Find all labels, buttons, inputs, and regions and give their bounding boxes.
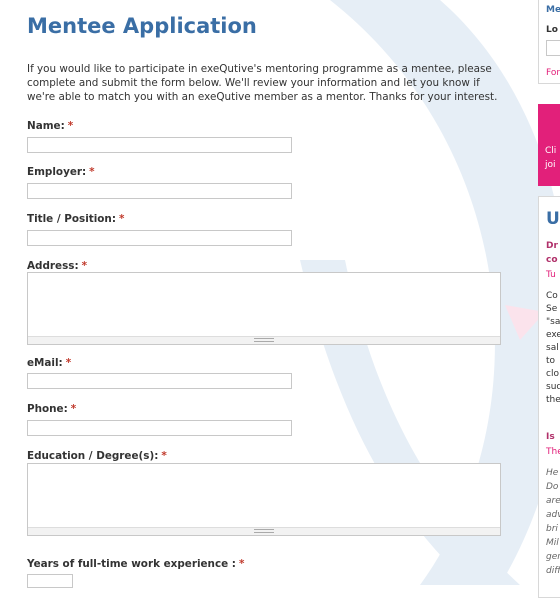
title-input[interactable] bbox=[27, 230, 292, 246]
required-asterisk: * bbox=[67, 120, 74, 132]
required-asterisk: * bbox=[161, 450, 167, 462]
post1-body-line: clo bbox=[546, 369, 559, 379]
updates-box: U Dr co Tu Co Se "sa exe sal to clo suc … bbox=[538, 196, 560, 598]
join-banner[interactable]: Cli joi bbox=[538, 104, 560, 186]
login-box: Me Lo For bbox=[538, 0, 560, 84]
post1-body-line: the bbox=[546, 395, 560, 405]
education-label: Education / Degree(s): * bbox=[27, 450, 167, 462]
address-textarea[interactable] bbox=[27, 272, 501, 345]
address-field-group: Address: * bbox=[27, 260, 87, 272]
login-title: Me bbox=[546, 5, 560, 15]
required-asterisk: * bbox=[89, 166, 95, 178]
post2-body-line: Do bbox=[546, 482, 559, 492]
required-asterisk: * bbox=[65, 357, 72, 369]
required-asterisk: * bbox=[238, 558, 245, 570]
post1-body-line: Co bbox=[546, 291, 558, 301]
name-label: Name: * bbox=[27, 120, 74, 132]
address-label: Address: * bbox=[27, 260, 88, 272]
required-asterisk: * bbox=[70, 403, 77, 415]
email-label: eMail: * bbox=[27, 357, 72, 369]
phone-label: Phone: * bbox=[27, 403, 77, 415]
post2-body-line: bri bbox=[546, 524, 558, 534]
post1-body-line: exe bbox=[546, 330, 560, 340]
education-field-group: Education / Degree(s): * bbox=[27, 450, 167, 462]
education-textarea[interactable] bbox=[27, 463, 501, 536]
name-input[interactable] bbox=[27, 137, 292, 153]
title-field-group: Title / Position: * bbox=[27, 213, 124, 225]
required-asterisk: * bbox=[81, 260, 88, 272]
phone-input[interactable] bbox=[27, 420, 292, 436]
email-field-group: eMail: * bbox=[27, 357, 71, 369]
join-banner-line2: joi bbox=[545, 160, 556, 170]
post1-title-line2[interactable]: co bbox=[546, 255, 558, 265]
post1-body-line: sal bbox=[546, 343, 559, 353]
post2-body-line: diff bbox=[546, 566, 560, 576]
post1-body-line: suc bbox=[546, 382, 560, 392]
experience-input[interactable] bbox=[27, 574, 73, 588]
title-label: Title / Position: * bbox=[27, 213, 125, 225]
experience-label: Years of full-time work experience : * bbox=[27, 558, 245, 570]
post2-meta: The bbox=[546, 447, 560, 457]
post2-body-line: adv bbox=[546, 510, 560, 520]
education-resize-handle[interactable] bbox=[28, 527, 500, 535]
updates-heading: U bbox=[546, 209, 560, 229]
post2-body-line: He bbox=[546, 468, 559, 478]
intro-text: If you would like to participate in exeQ… bbox=[27, 63, 498, 103]
join-banner-line1: Cli bbox=[545, 146, 557, 156]
post2-body-line: Mil bbox=[546, 538, 559, 548]
page-title: Mentee Application bbox=[27, 14, 257, 38]
post1-body-line: to bbox=[546, 356, 556, 366]
employer-input[interactable] bbox=[27, 183, 292, 199]
name-field-group: Name: * bbox=[27, 120, 73, 132]
required-asterisk: * bbox=[118, 213, 125, 225]
post1-body-line: "sa bbox=[546, 317, 560, 327]
login-input[interactable] bbox=[546, 40, 560, 56]
post1-date: Tu bbox=[546, 270, 556, 280]
post1-body-line: Se bbox=[546, 304, 558, 314]
right-sidebar: Me Lo For Cli joi U Dr co Tu Co Se "sa e… bbox=[538, 0, 560, 598]
post2-body-line: gen bbox=[546, 552, 560, 562]
forgot-link[interactable]: For bbox=[546, 68, 560, 78]
login-label: Lo bbox=[546, 25, 558, 35]
email-input[interactable] bbox=[27, 373, 292, 389]
post2-body-line: are bbox=[546, 496, 560, 506]
phone-field-group: Phone: * bbox=[27, 403, 76, 415]
post2-title[interactable]: Is bbox=[546, 432, 555, 442]
employer-label: Employer: * bbox=[27, 166, 95, 178]
address-resize-handle[interactable] bbox=[28, 336, 500, 344]
post1-title-line1[interactable]: Dr bbox=[546, 241, 558, 251]
experience-field-group: Years of full-time work experience : * bbox=[27, 558, 244, 570]
employer-field-group: Employer: * bbox=[27, 166, 95, 178]
